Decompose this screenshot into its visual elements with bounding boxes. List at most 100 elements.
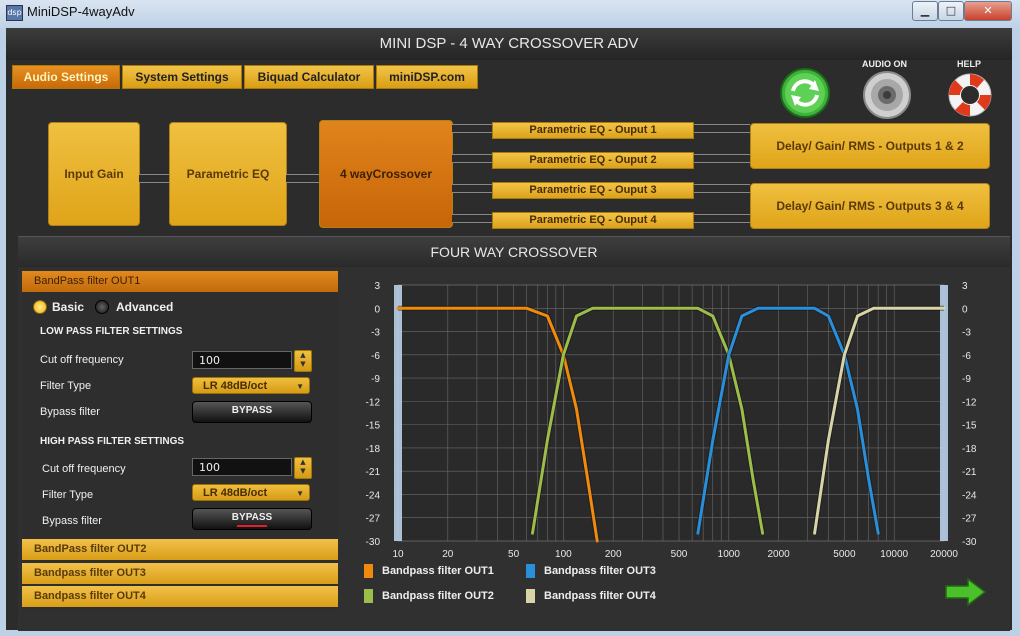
close-button[interactable]: ✕ xyxy=(964,1,1012,21)
tab-system-settings[interactable]: System Settings xyxy=(122,65,242,89)
delay-gain-rms-3-4-block[interactable]: Delay/ Gain/ RMS - Outputs 3 & 4 xyxy=(750,183,990,229)
help-lifebuoy-icon[interactable] xyxy=(942,70,996,120)
app-client: MINI DSP - 4 WAY CROSSOVER ADV Audio Set… xyxy=(6,28,1012,631)
x-tick-label: 1000 xyxy=(718,549,741,560)
delay-gain-rms-1-2-block[interactable]: Delay/ Gain/ RMS - Outputs 1 & 2 xyxy=(750,123,990,169)
connector xyxy=(286,174,319,183)
title-bar[interactable]: dsp MiniDSP-4wayAdv ▁ □ ✕ xyxy=(0,0,1020,24)
crossover-block[interactable]: 4 wayCrossover xyxy=(319,120,453,228)
tab-biquad-calculator[interactable]: Biquad Calculator xyxy=(244,65,374,89)
y-tick-label-right: -21 xyxy=(962,467,977,478)
accordion-out4[interactable]: Bandpass filter OUT4 xyxy=(22,586,338,607)
crossover-chart: 3 3 0 0 -3 -3 -6 -6 -9 -9 -12 -12 -15 -15 -18 -18 -21 -21… xyxy=(346,271,1006,625)
legend-swatch-out4 xyxy=(526,589,535,603)
app-icon: dsp xyxy=(6,5,23,21)
connector xyxy=(139,174,169,183)
minimize-button[interactable]: ▁ xyxy=(912,1,938,21)
x-tick-label: 20000 xyxy=(930,549,958,560)
connector xyxy=(452,124,492,133)
y-tick-label-left: -18 xyxy=(366,444,381,455)
y-tick-label-right: -15 xyxy=(962,421,977,432)
y-tick-label-right: -9 xyxy=(962,374,971,385)
app-window: dsp MiniDSP-4wayAdv ▁ □ ✕ MINI DSP - 4 W… xyxy=(0,0,1020,636)
y-tick-label-left: -12 xyxy=(366,397,381,408)
radio-advanced-label: Advanced xyxy=(116,300,174,314)
high-pass-heading: HIGH PASS FILTER SETTINGS xyxy=(40,436,185,447)
x-tick-label: 5000 xyxy=(833,549,856,560)
section-title: FOUR WAY CROSSOVER xyxy=(18,237,1010,267)
connector xyxy=(694,214,750,223)
lp-cutoff-label: Cut off frequency xyxy=(40,354,124,366)
y-tick-label-left: -27 xyxy=(366,514,381,525)
y-tick-label-right: 0 xyxy=(962,304,968,315)
hp-cutoff-input[interactable]: 100 xyxy=(192,458,292,476)
accordion-out2[interactable]: BandPass filter OUT2 xyxy=(22,539,338,560)
y-tick-label-right: -30 xyxy=(962,537,977,548)
lp-cutoff-input[interactable]: 100 xyxy=(192,351,292,369)
x-tick-label: 50 xyxy=(508,549,520,560)
y-tick-label-right: -24 xyxy=(962,490,977,501)
audio-on-label: AUDIO ON xyxy=(862,59,907,69)
y-tick-label-left: -15 xyxy=(366,421,381,432)
bypass-indicator-led xyxy=(237,525,267,527)
main-title: MINI DSP - 4 WAY CROSSOVER ADV xyxy=(6,28,1012,60)
refresh-icon[interactable] xyxy=(778,66,832,120)
lp-type-value: LR 48dB/oct xyxy=(203,380,268,392)
y-tick-label-left: -6 xyxy=(371,351,380,362)
hp-bypass-text: BYPASS xyxy=(231,512,273,523)
y-tick-label-right: -18 xyxy=(962,444,977,455)
x-tick-label: 2000 xyxy=(767,549,790,560)
hp-type-select[interactable]: LR 48dB/oct ▼ xyxy=(192,484,310,501)
next-arrow-icon[interactable] xyxy=(944,577,988,607)
lp-bypass-text: BYPASS xyxy=(231,405,273,416)
hp-type-label: Filter Type xyxy=(42,489,94,501)
speaker-icon[interactable] xyxy=(862,70,912,120)
accordion-out3[interactable]: Bandpass filter OUT3 xyxy=(22,563,338,584)
y-tick-label-left: -24 xyxy=(366,490,381,501)
x-tick-label: 200 xyxy=(605,549,622,560)
y-tick-label-right: -12 xyxy=(962,397,977,408)
lp-type-select[interactable]: LR 48dB/oct ▼ xyxy=(192,377,310,394)
lp-bypass-button[interactable]: BYPASS xyxy=(192,401,312,423)
output2-eq-block[interactable]: Parametric EQ - Ouput 2 xyxy=(492,152,694,169)
legend-swatch-out2 xyxy=(364,589,373,603)
left-edge-bar xyxy=(394,285,402,541)
hp-type-value: LR 48dB/oct xyxy=(203,487,268,499)
response-plot: 3 3 0 0 -3 -3 -6 -6 -9 -9 -12 -12 -15 -15 -18 -18 -21 -21… xyxy=(366,281,977,560)
lp-type-label: Filter Type xyxy=(40,380,92,392)
hp-bypass-label: Bypass filter xyxy=(42,515,102,527)
right-edge-bar xyxy=(940,285,948,541)
lp-bypass-label: Bypass filter xyxy=(40,406,100,418)
y-tick-label-left: -30 xyxy=(366,537,381,548)
accordion-out1[interactable]: BandPass filter OUT1 xyxy=(22,271,338,292)
output4-eq-block[interactable]: Parametric EQ - Ouput 4 xyxy=(492,212,694,229)
legend-swatch-out1 xyxy=(364,564,373,578)
lp-cutoff-stepper[interactable]: ▲ ▼ xyxy=(294,350,312,372)
x-tick-label: 500 xyxy=(671,549,688,560)
radio-basic[interactable] xyxy=(33,300,47,314)
output3-eq-block[interactable]: Parametric EQ - Ouput 3 xyxy=(492,182,694,199)
crossover-section: FOUR WAY CROSSOVER BandPass filter OUT1 … xyxy=(18,236,1010,631)
y-tick-label-right: -6 xyxy=(962,351,971,362)
maximize-button[interactable]: □ xyxy=(938,1,964,21)
radio-advanced[interactable] xyxy=(95,300,109,314)
hp-bypass-button[interactable]: BYPASS xyxy=(192,508,312,530)
tab-minidsp-com[interactable]: miniDSP.com xyxy=(376,65,478,89)
filter-settings-panel: BandPass filter OUT1 Basic Advanced LOW … xyxy=(22,271,338,611)
y-tick-label-left: 0 xyxy=(374,304,380,315)
legend-label-out4: Bandpass filter OUT4 xyxy=(544,590,656,602)
help-label: HELP xyxy=(957,59,982,69)
connector xyxy=(452,214,492,223)
chevron-down-icon: ▼ xyxy=(296,382,304,391)
chevron-down-icon: ▼ xyxy=(296,489,304,498)
parametric-eq-block[interactable]: Parametric EQ xyxy=(169,122,287,226)
legend-label-out2: Bandpass filter OUT2 xyxy=(382,590,494,602)
input-gain-block[interactable]: Input Gain xyxy=(48,122,140,226)
output1-eq-block[interactable]: Parametric EQ - Ouput 1 xyxy=(492,122,694,139)
tab-audio-settings[interactable]: Audio Settings xyxy=(12,65,120,89)
connector xyxy=(694,124,750,133)
hp-cutoff-stepper[interactable]: ▲ ▼ xyxy=(294,457,312,479)
x-tick-label: 10000 xyxy=(880,549,908,560)
y-tick-label-right: -27 xyxy=(962,514,977,525)
y-tick-label-left: -3 xyxy=(371,328,380,339)
